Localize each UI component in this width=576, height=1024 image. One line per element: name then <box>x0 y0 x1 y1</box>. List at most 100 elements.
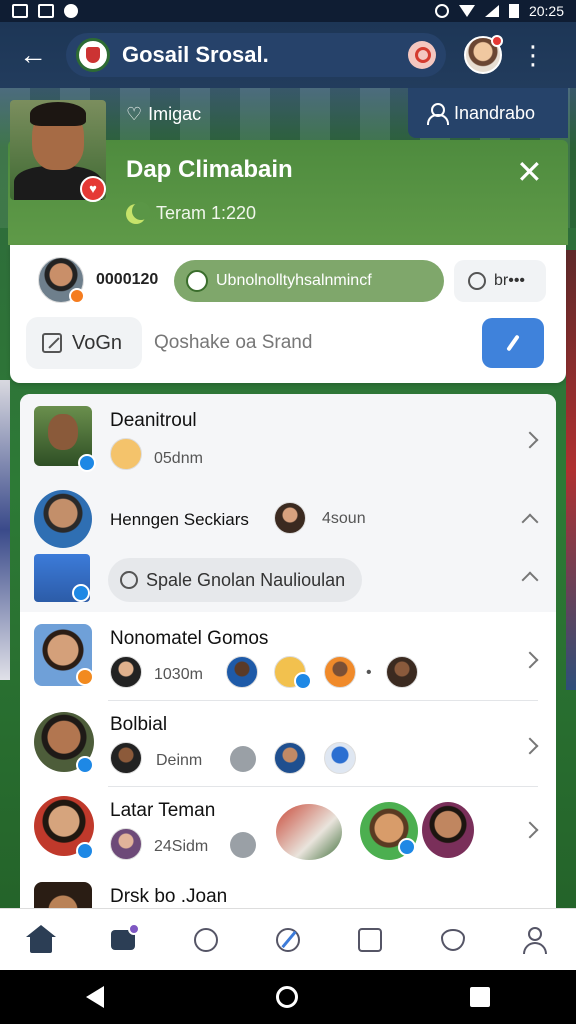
media-thumbnail[interactable] <box>276 804 342 860</box>
list-item-title: Drsk bo .Joan <box>110 886 228 907</box>
list-item-sub: 4soun <box>322 510 366 527</box>
list-item-title: Henngen Seckiars <box>110 510 249 529</box>
club-logo-icon <box>76 38 110 72</box>
list-item[interactable]: Henngen Seckiars 4soun <box>20 484 556 554</box>
list-item[interactable]: Bolbial Deinm <box>20 702 556 786</box>
composer-avatar[interactable] <box>38 257 85 304</box>
more-members-icon[interactable] <box>230 746 256 772</box>
moon-icon <box>126 201 150 224</box>
close-button[interactable]: ✕ <box>516 156 543 188</box>
more-chip-button[interactable]: br••• <box>454 260 546 302</box>
heart-outline-icon: ♡ <box>126 104 143 124</box>
member-avatar[interactable] <box>274 742 306 774</box>
list-item-title: Bolbial <box>110 714 168 735</box>
notification-icon <box>12 4 28 18</box>
battery-icon <box>508 4 519 18</box>
list-item-sub: 05dnm <box>154 450 203 467</box>
search-icon[interactable] <box>408 41 436 69</box>
list-item-photo <box>34 490 92 548</box>
match-tag-label: Imigac <box>148 104 202 124</box>
group-pill-label: Spale Gnolan Naulioulan <box>146 569 346 590</box>
notification-dot <box>491 35 503 47</box>
group-pill[interactable]: Spale Gnolan Naulioulan <box>108 558 362 602</box>
pen-icon <box>506 334 520 352</box>
explore-icon[interactable] <box>191 925 221 955</box>
background-player <box>566 250 576 690</box>
match-tag: ♡ Imigac <box>126 104 201 125</box>
circle-icon <box>120 571 138 589</box>
app-bar: ← Gosail Srosal. ⋮ <box>0 22 576 88</box>
more-chip-label: br••• <box>494 272 526 289</box>
team-chip[interactable]: Ubnolnolltyhsalnmincf <box>174 260 444 302</box>
member-avatar[interactable] <box>226 656 258 688</box>
compose-action-label: VoGn <box>72 331 123 354</box>
send-button[interactable] <box>482 318 544 368</box>
arrow-left-icon: ← <box>19 39 47 70</box>
verified-badge-icon <box>78 454 96 472</box>
composer-input[interactable]: Qoshake oa Srand <box>154 323 474 363</box>
chevron-right-icon[interactable] <box>521 651 539 669</box>
list-item-sub: 1030m <box>154 666 203 683</box>
gallery-icon[interactable] <box>355 925 385 955</box>
status-time: 20:25 <box>528 3 564 19</box>
app-title: Gosail Srosal. <box>122 42 269 67</box>
chevron-right-icon[interactable] <box>521 737 539 755</box>
verified-badge-icon <box>76 756 94 774</box>
member-avatar[interactable] <box>324 656 356 688</box>
list-item[interactable]: Latar Teman 24Sidm <box>20 788 556 874</box>
member-avatar[interactable] <box>422 802 474 858</box>
member-avatar[interactable] <box>110 828 142 860</box>
system-recents-icon[interactable] <box>470 987 490 1007</box>
star-badge-icon <box>76 668 94 686</box>
member-avatar[interactable] <box>110 656 142 688</box>
verified-badge-icon <box>72 584 90 602</box>
top-action-button[interactable]: Inandrabo <box>408 88 568 138</box>
list-item-title: Latar Teman <box>110 800 216 821</box>
compose-action-button[interactable]: VoGn <box>26 317 142 369</box>
system-navigation <box>0 970 576 1024</box>
system-back-icon[interactable] <box>86 986 104 1008</box>
user-icon <box>426 103 449 125</box>
mascot-avatar[interactable] <box>324 742 356 774</box>
bottom-navigation <box>0 908 576 970</box>
member-avatar[interactable] <box>274 502 306 534</box>
back-button[interactable]: ← <box>14 36 52 74</box>
clock-icon <box>468 272 486 290</box>
more-members-icon[interactable] <box>230 832 256 858</box>
system-home-icon[interactable] <box>276 986 298 1008</box>
match-subtitle-text: Teram 1:220 <box>156 203 257 223</box>
verified-badge-icon <box>76 842 94 860</box>
list-item-sub: 24Sidm <box>154 838 209 855</box>
more-options-button[interactable]: ⋮ <box>520 42 546 68</box>
chevron-up-icon[interactable] <box>521 513 539 531</box>
match-subtitle: Teram 1:220 <box>126 201 257 224</box>
dog-emoji-icon <box>110 438 142 470</box>
profile-icon[interactable] <box>520 925 550 955</box>
list-item-title: Deanitroul <box>110 410 197 431</box>
chat-icon[interactable] <box>108 922 141 955</box>
background-player <box>0 380 10 680</box>
signal-icon <box>484 5 499 17</box>
search-bar[interactable]: Gosail Srosal. <box>66 33 446 77</box>
verified-badge-icon <box>398 838 416 856</box>
list-item-title: Nonomatel Gomos <box>110 628 269 649</box>
notification-icon <box>38 4 54 18</box>
profile-avatar[interactable] <box>464 35 503 74</box>
heart-badge-icon: ♥ <box>80 176 106 202</box>
post-composer: 0000120 Ubnolnolltyhsalnmincf br••• VoGn… <box>10 245 566 383</box>
conversation-list: Deanitroul 05dnm Henngen Seckiars 4soun … <box>20 394 556 914</box>
chevron-right-icon[interactable] <box>521 821 539 839</box>
compose-icon[interactable] <box>273 925 303 955</box>
list-item[interactable]: Nonomatel Gomos 1030m • <box>20 616 556 702</box>
member-avatar[interactable] <box>110 742 142 774</box>
list-item[interactable]: Deanitroul 05dnm <box>20 394 556 484</box>
wifi-icon <box>458 5 475 17</box>
verified-badge-icon <box>294 672 312 690</box>
status-bar: 20:25 <box>0 0 576 22</box>
status-badge <box>69 288 85 304</box>
chevron-right-icon[interactable] <box>521 431 539 449</box>
check-circle-icon <box>64 4 78 18</box>
member-avatar[interactable] <box>386 656 418 688</box>
favorites-icon[interactable] <box>438 925 468 955</box>
home-icon[interactable] <box>26 924 57 955</box>
